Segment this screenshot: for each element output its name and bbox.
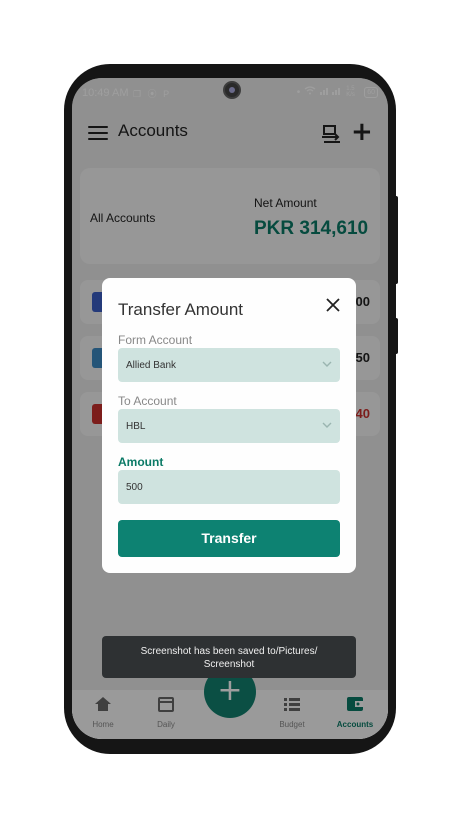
from-account-value: Allied Bank	[126, 360, 177, 371]
to-account-value: HBL	[126, 421, 146, 432]
amount-value: 500	[126, 482, 143, 493]
phone-volume-button	[394, 196, 398, 284]
chevron-down-icon	[322, 361, 332, 367]
toast-line-2: Screenshot	[203, 659, 255, 670]
screenshot-toast: Screenshot has been saved to/Pictures/ S…	[102, 636, 356, 678]
from-account-label: Form Account	[118, 333, 193, 347]
camera-icon	[223, 81, 241, 99]
transfer-button[interactable]: Transfer	[118, 520, 340, 557]
phone-power-button	[394, 318, 398, 354]
close-icon[interactable]	[326, 298, 340, 312]
toast-line-1: Screenshot has been saved to/Pictures/	[140, 646, 318, 657]
chevron-down-icon	[322, 422, 332, 428]
dialog-title: Transfer Amount	[118, 300, 244, 319]
amount-label: Amount	[118, 455, 164, 469]
app-screen: 10:49 AM ❐ ⦿ P • 1.5 K/s 60 Accounts + A…	[72, 78, 388, 739]
amount-input[interactable]: 500	[118, 470, 340, 504]
from-account-select[interactable]: Allied Bank	[118, 348, 340, 382]
to-account-select[interactable]: HBL	[118, 409, 340, 443]
to-account-label: To Account	[118, 394, 177, 408]
transfer-dialog: Transfer Amount Form Account Allied Bank…	[102, 278, 356, 573]
